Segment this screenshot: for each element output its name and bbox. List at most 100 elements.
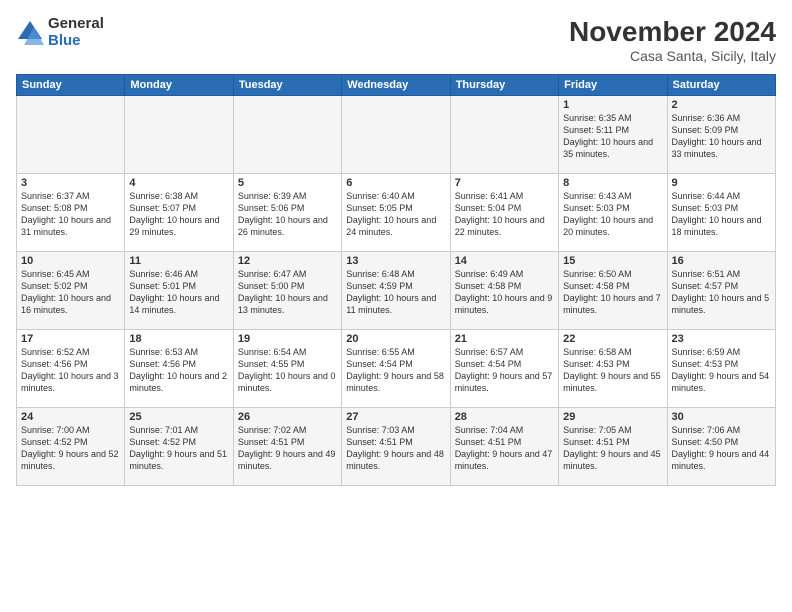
day-cell <box>450 96 558 174</box>
day-info: Sunrise: 6:35 AM Sunset: 5:11 PM Dayligh… <box>563 112 662 161</box>
day-cell: 7Sunrise: 6:41 AM Sunset: 5:04 PM Daylig… <box>450 174 558 252</box>
day-number: 10 <box>21 255 120 267</box>
logo-text: General Blue <box>48 16 104 49</box>
day-info: Sunrise: 7:02 AM Sunset: 4:51 PM Dayligh… <box>238 424 337 473</box>
day-cell: 11Sunrise: 6:46 AM Sunset: 5:01 PM Dayli… <box>125 252 233 330</box>
day-cell: 6Sunrise: 6:40 AM Sunset: 5:05 PM Daylig… <box>342 174 450 252</box>
day-cell <box>342 96 450 174</box>
day-number: 24 <box>21 411 120 423</box>
day-info: Sunrise: 6:44 AM Sunset: 5:03 PM Dayligh… <box>672 190 771 239</box>
day-info: Sunrise: 6:59 AM Sunset: 4:53 PM Dayligh… <box>672 346 771 395</box>
day-cell: 19Sunrise: 6:54 AM Sunset: 4:55 PM Dayli… <box>233 330 341 408</box>
week-row-3: 10Sunrise: 6:45 AM Sunset: 5:02 PM Dayli… <box>17 252 776 330</box>
day-info: Sunrise: 7:01 AM Sunset: 4:52 PM Dayligh… <box>129 424 228 473</box>
day-info: Sunrise: 6:58 AM Sunset: 4:53 PM Dayligh… <box>563 346 662 395</box>
col-monday: Monday <box>125 75 233 96</box>
day-cell <box>125 96 233 174</box>
day-cell: 27Sunrise: 7:03 AM Sunset: 4:51 PM Dayli… <box>342 408 450 486</box>
day-number: 26 <box>238 411 337 423</box>
day-info: Sunrise: 6:48 AM Sunset: 4:59 PM Dayligh… <box>346 268 445 317</box>
calendar-table: Sunday Monday Tuesday Wednesday Thursday… <box>16 74 776 486</box>
day-cell: 16Sunrise: 6:51 AM Sunset: 4:57 PM Dayli… <box>667 252 775 330</box>
day-number: 25 <box>129 411 228 423</box>
day-cell: 24Sunrise: 7:00 AM Sunset: 4:52 PM Dayli… <box>17 408 125 486</box>
day-cell: 26Sunrise: 7:02 AM Sunset: 4:51 PM Dayli… <box>233 408 341 486</box>
day-info: Sunrise: 6:40 AM Sunset: 5:05 PM Dayligh… <box>346 190 445 239</box>
day-info: Sunrise: 6:39 AM Sunset: 5:06 PM Dayligh… <box>238 190 337 239</box>
col-tuesday: Tuesday <box>233 75 341 96</box>
day-number: 6 <box>346 177 445 189</box>
day-cell: 29Sunrise: 7:05 AM Sunset: 4:51 PM Dayli… <box>559 408 667 486</box>
day-info: Sunrise: 6:53 AM Sunset: 4:56 PM Dayligh… <box>129 346 228 395</box>
day-info: Sunrise: 7:04 AM Sunset: 4:51 PM Dayligh… <box>455 424 554 473</box>
header: General Blue November 2024 Casa Santa, S… <box>16 16 776 64</box>
day-cell <box>17 96 125 174</box>
day-cell: 25Sunrise: 7:01 AM Sunset: 4:52 PM Dayli… <box>125 408 233 486</box>
week-row-5: 24Sunrise: 7:00 AM Sunset: 4:52 PM Dayli… <box>17 408 776 486</box>
day-info: Sunrise: 7:00 AM Sunset: 4:52 PM Dayligh… <box>21 424 120 473</box>
day-number: 29 <box>563 411 662 423</box>
day-number: 2 <box>672 99 771 111</box>
day-number: 17 <box>21 333 120 345</box>
day-info: Sunrise: 6:47 AM Sunset: 5:00 PM Dayligh… <box>238 268 337 317</box>
page: General Blue November 2024 Casa Santa, S… <box>0 0 792 612</box>
header-row: Sunday Monday Tuesday Wednesday Thursday… <box>17 75 776 96</box>
day-number: 21 <box>455 333 554 345</box>
day-cell: 14Sunrise: 6:49 AM Sunset: 4:58 PM Dayli… <box>450 252 558 330</box>
day-cell: 4Sunrise: 6:38 AM Sunset: 5:07 PM Daylig… <box>125 174 233 252</box>
week-row-4: 17Sunrise: 6:52 AM Sunset: 4:56 PM Dayli… <box>17 330 776 408</box>
day-number: 1 <box>563 99 662 111</box>
day-cell: 18Sunrise: 6:53 AM Sunset: 4:56 PM Dayli… <box>125 330 233 408</box>
col-thursday: Thursday <box>450 75 558 96</box>
day-info: Sunrise: 7:06 AM Sunset: 4:50 PM Dayligh… <box>672 424 771 473</box>
day-cell: 13Sunrise: 6:48 AM Sunset: 4:59 PM Dayli… <box>342 252 450 330</box>
day-cell: 20Sunrise: 6:55 AM Sunset: 4:54 PM Dayli… <box>342 330 450 408</box>
col-saturday: Saturday <box>667 75 775 96</box>
day-number: 19 <box>238 333 337 345</box>
day-cell: 2Sunrise: 6:36 AM Sunset: 5:09 PM Daylig… <box>667 96 775 174</box>
day-number: 30 <box>672 411 771 423</box>
day-number: 27 <box>346 411 445 423</box>
day-cell: 22Sunrise: 6:58 AM Sunset: 4:53 PM Dayli… <box>559 330 667 408</box>
day-number: 5 <box>238 177 337 189</box>
day-info: Sunrise: 6:43 AM Sunset: 5:03 PM Dayligh… <box>563 190 662 239</box>
day-number: 20 <box>346 333 445 345</box>
day-number: 13 <box>346 255 445 267</box>
logo-icon <box>16 19 44 47</box>
day-cell: 1Sunrise: 6:35 AM Sunset: 5:11 PM Daylig… <box>559 96 667 174</box>
day-number: 16 <box>672 255 771 267</box>
day-number: 9 <box>672 177 771 189</box>
day-number: 22 <box>563 333 662 345</box>
day-cell: 21Sunrise: 6:57 AM Sunset: 4:54 PM Dayli… <box>450 330 558 408</box>
day-number: 8 <box>563 177 662 189</box>
day-info: Sunrise: 6:37 AM Sunset: 5:08 PM Dayligh… <box>21 190 120 239</box>
week-row-1: 1Sunrise: 6:35 AM Sunset: 5:11 PM Daylig… <box>17 96 776 174</box>
day-cell: 12Sunrise: 6:47 AM Sunset: 5:00 PM Dayli… <box>233 252 341 330</box>
day-info: Sunrise: 6:49 AM Sunset: 4:58 PM Dayligh… <box>455 268 554 317</box>
day-info: Sunrise: 6:46 AM Sunset: 5:01 PM Dayligh… <box>129 268 228 317</box>
day-info: Sunrise: 7:05 AM Sunset: 4:51 PM Dayligh… <box>563 424 662 473</box>
day-info: Sunrise: 6:52 AM Sunset: 4:56 PM Dayligh… <box>21 346 120 395</box>
day-cell: 17Sunrise: 6:52 AM Sunset: 4:56 PM Dayli… <box>17 330 125 408</box>
day-number: 7 <box>455 177 554 189</box>
day-number: 28 <box>455 411 554 423</box>
day-info: Sunrise: 6:45 AM Sunset: 5:02 PM Dayligh… <box>21 268 120 317</box>
logo-general: General <box>48 16 104 33</box>
day-number: 18 <box>129 333 228 345</box>
day-cell: 3Sunrise: 6:37 AM Sunset: 5:08 PM Daylig… <box>17 174 125 252</box>
day-cell: 10Sunrise: 6:45 AM Sunset: 5:02 PM Dayli… <box>17 252 125 330</box>
day-number: 4 <box>129 177 228 189</box>
day-cell: 23Sunrise: 6:59 AM Sunset: 4:53 PM Dayli… <box>667 330 775 408</box>
day-info: Sunrise: 6:54 AM Sunset: 4:55 PM Dayligh… <box>238 346 337 395</box>
day-cell: 9Sunrise: 6:44 AM Sunset: 5:03 PM Daylig… <box>667 174 775 252</box>
day-info: Sunrise: 6:51 AM Sunset: 4:57 PM Dayligh… <box>672 268 771 317</box>
day-info: Sunrise: 6:36 AM Sunset: 5:09 PM Dayligh… <box>672 112 771 161</box>
title-block: November 2024 Casa Santa, Sicily, Italy <box>569 16 776 64</box>
col-sunday: Sunday <box>17 75 125 96</box>
day-number: 23 <box>672 333 771 345</box>
logo-blue: Blue <box>48 33 104 50</box>
logo: General Blue <box>16 16 104 49</box>
day-info: Sunrise: 6:38 AM Sunset: 5:07 PM Dayligh… <box>129 190 228 239</box>
day-cell: 5Sunrise: 6:39 AM Sunset: 5:06 PM Daylig… <box>233 174 341 252</box>
day-number: 15 <box>563 255 662 267</box>
